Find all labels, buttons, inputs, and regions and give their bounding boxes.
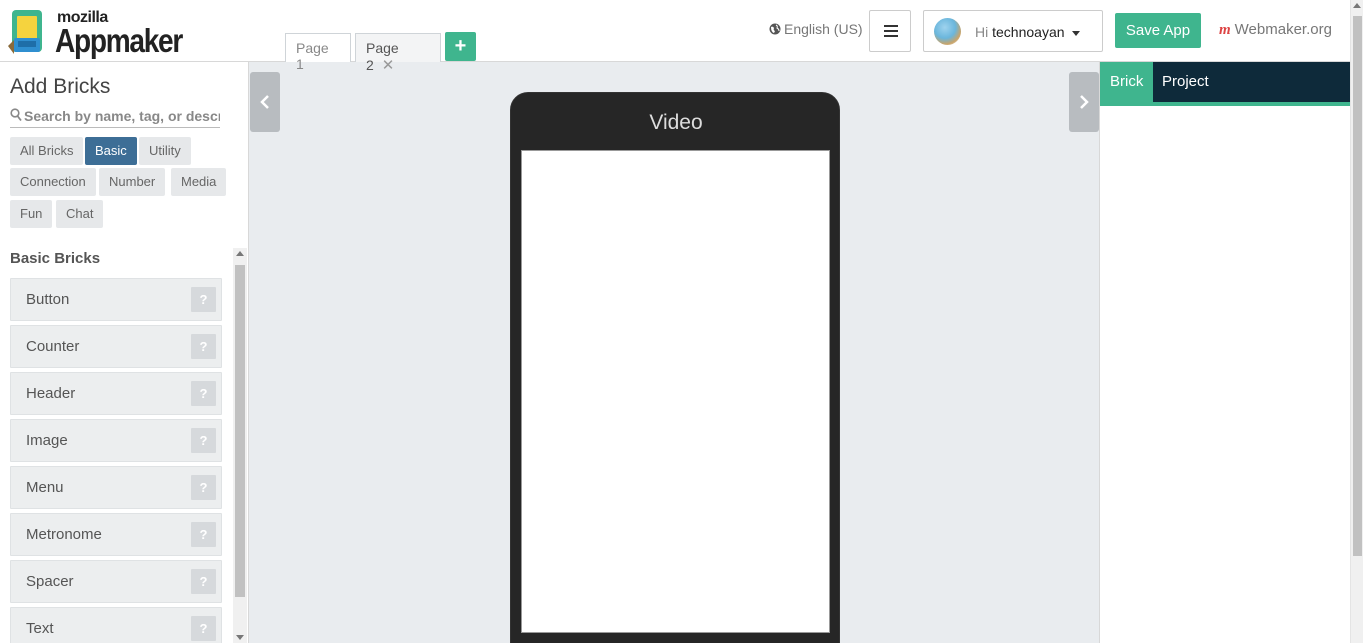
user-greeting: Hi technoayan — [975, 24, 1081, 40]
phone-preview: Video — [510, 92, 840, 643]
save-app-button[interactable]: Save App — [1115, 13, 1201, 48]
brick-search[interactable] — [10, 106, 220, 128]
scroll-down-icon[interactable] — [236, 635, 244, 640]
tab-page-1-label: Page 1 — [296, 40, 329, 72]
brick-label: Header — [26, 385, 76, 402]
tab-page-2[interactable]: Page 2 ✕ — [355, 33, 441, 74]
phone-screen[interactable] — [521, 150, 830, 633]
top-bar: mozilla Appmaker Page 1 Page 2 ✕ + Englis… — [0, 0, 1350, 74]
globe-icon — [769, 23, 781, 35]
user-menu[interactable]: Hi technoayan — [923, 10, 1103, 52]
phone-title: Video — [649, 111, 703, 134]
scrollbar-thumb[interactable] — [235, 265, 245, 597]
brick-label: Metronome — [26, 526, 102, 543]
greeting-text: Hi — [975, 24, 989, 40]
webmaker-label: Webmaker.org — [1234, 21, 1332, 38]
filter-number[interactable]: Number — [99, 168, 166, 196]
tab-project[interactable]: Project — [1152, 62, 1219, 102]
brick-counter[interactable]: Counter ? — [10, 325, 222, 368]
window-scrollbar-thumb[interactable] — [1353, 16, 1362, 556]
brick-label: Spacer — [26, 573, 74, 590]
filter-utility[interactable]: Utility — [139, 137, 191, 165]
brick-image[interactable]: Image ? — [10, 419, 222, 462]
logo-word-appmaker: Appmaker — [55, 22, 183, 59]
sidebar-title: Add Bricks — [10, 75, 111, 98]
scroll-up-icon[interactable] — [236, 251, 244, 256]
language-label: English (US) — [784, 21, 863, 37]
search-input[interactable] — [24, 106, 220, 126]
add-bricks-sidebar: Add Bricks All Bricks Basic Utility Conn… — [0, 62, 249, 643]
filter-chat[interactable]: Chat — [56, 200, 104, 228]
close-icon[interactable]: ✕ — [382, 57, 395, 74]
help-icon[interactable]: ? — [191, 287, 216, 312]
scroll-up-icon[interactable] — [1353, 3, 1361, 8]
help-icon[interactable]: ? — [191, 616, 216, 641]
filter-basic[interactable]: Basic — [85, 137, 137, 165]
webmaker-logo-icon: m — [1219, 22, 1231, 38]
help-icon[interactable]: ? — [191, 569, 216, 594]
username: technoayan — [992, 24, 1065, 40]
window-scrollbar[interactable] — [1350, 0, 1363, 643]
filter-fun[interactable]: Fun — [10, 200, 53, 228]
brick-label: Image — [26, 432, 68, 449]
caret-down-icon — [1072, 30, 1081, 36]
help-icon[interactable]: ? — [191, 334, 216, 359]
appmaker-logo-icon — [8, 10, 42, 54]
properties-panel: Brick Project — [1099, 62, 1351, 643]
language-selector[interactable]: English (US) — [769, 21, 863, 37]
chevron-right-icon — [1080, 95, 1089, 109]
help-icon[interactable]: ? — [191, 522, 216, 547]
panel-tabs: Brick Project — [1100, 62, 1351, 106]
brick-header[interactable]: Header ? — [10, 372, 222, 415]
basic-bricks-heading: Basic Bricks — [10, 250, 101, 267]
bricks-scrollbar[interactable] — [233, 248, 247, 643]
brick-label: Counter — [26, 338, 80, 355]
filter-all-bricks[interactable]: All Bricks — [10, 137, 84, 165]
help-icon[interactable]: ? — [191, 475, 216, 500]
brick-text[interactable]: Text ? — [10, 607, 222, 643]
help-icon[interactable]: ? — [191, 381, 216, 406]
brick-label: Button — [26, 291, 70, 308]
avatar — [934, 18, 961, 45]
brick-metronome[interactable]: Metronome ? — [10, 513, 222, 556]
search-icon — [10, 108, 22, 122]
appmaker-logo[interactable]: mozilla Appmaker — [8, 8, 193, 59]
help-icon[interactable]: ? — [191, 428, 216, 453]
filter-connection[interactable]: Connection — [10, 168, 96, 196]
menu-button[interactable] — [869, 10, 911, 52]
tab-page-1[interactable]: Page 1 — [285, 33, 351, 72]
filter-media[interactable]: Media — [171, 168, 227, 196]
chevron-left-icon — [260, 95, 269, 109]
tab-brick[interactable]: Brick — [1100, 62, 1154, 102]
brick-button[interactable]: Button ? — [10, 278, 222, 321]
brick-spacer[interactable]: Spacer ? — [10, 560, 222, 603]
collapse-left-button[interactable] — [250, 72, 280, 132]
add-page-button[interactable]: + — [445, 32, 476, 61]
brick-menu[interactable]: Menu ? — [10, 466, 222, 509]
brick-label: Menu — [26, 479, 64, 496]
collapse-right-button[interactable] — [1069, 72, 1099, 132]
brick-label: Text — [26, 620, 54, 637]
webmaker-link[interactable]: m Webmaker.org — [1219, 21, 1332, 39]
